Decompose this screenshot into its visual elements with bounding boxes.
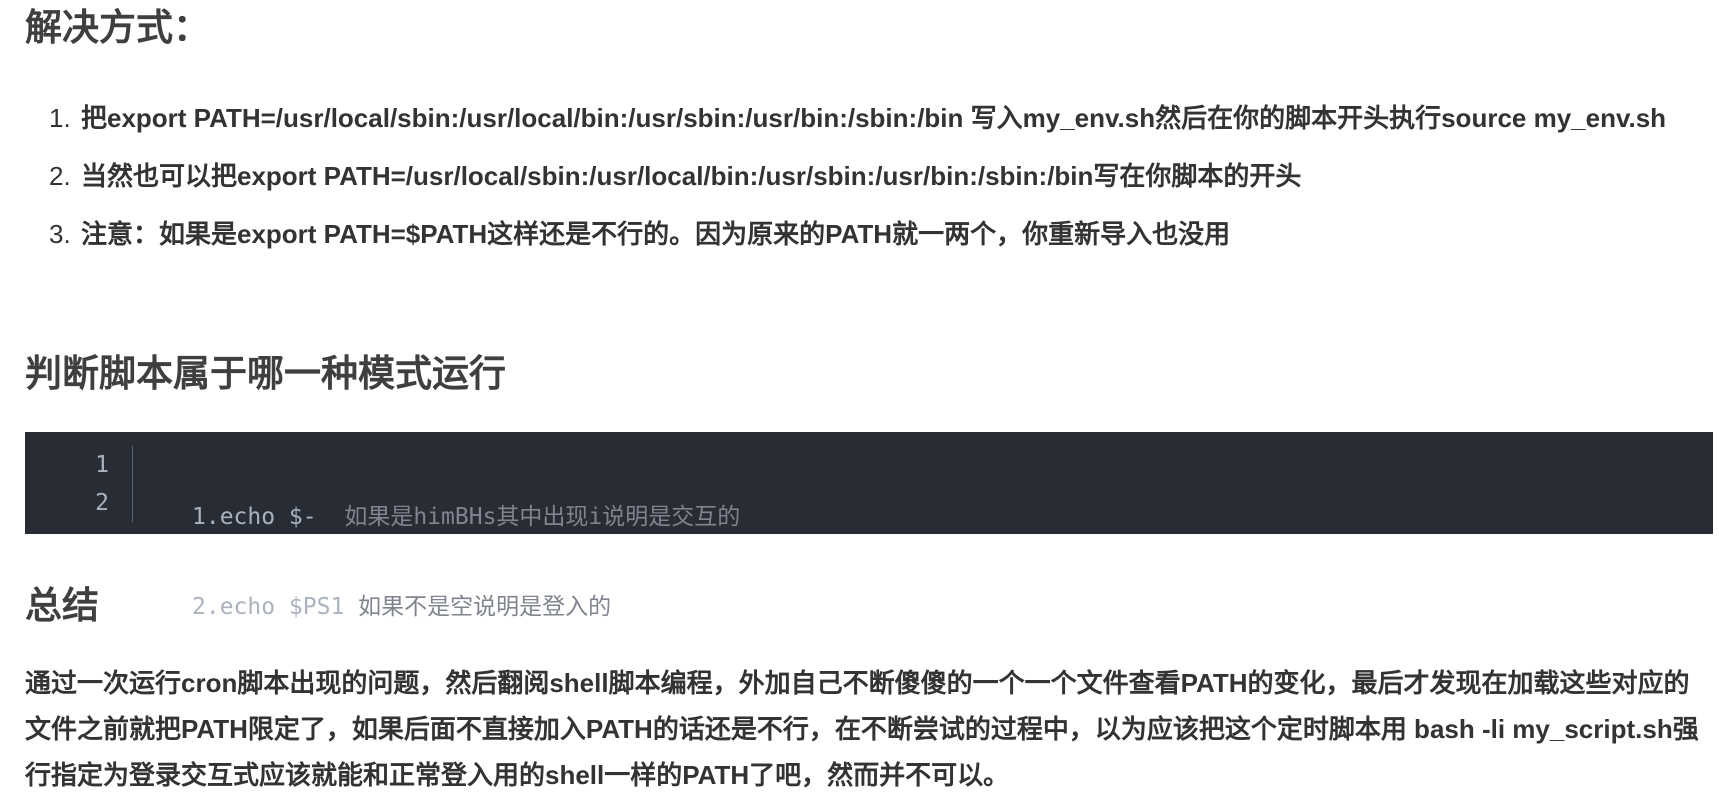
section-heading-summary: 总结 [25, 585, 99, 626]
list-item-number: 3. [49, 219, 71, 249]
list-item-text: 把export PATH=/usr/local/sbin:/usr/local/… [81, 103, 1667, 133]
code-line-number: 2 [95, 490, 109, 516]
list-item-text: 注意：如果是export PATH=$PATH这样还是不行的。因为原来的PATH… [81, 219, 1231, 249]
list-item-number: 2. [49, 161, 71, 191]
code-gutter-divider [132, 446, 133, 522]
list-item-text: 当然也可以把export PATH=/usr/local/sbin:/usr/l… [81, 161, 1302, 191]
code-line-numbers: 1 2 [25, 446, 109, 522]
section-heading-solution: 解决方式： [25, 7, 210, 48]
section-heading-mode-detection: 判断脚本属于哪一种模式运行 [25, 353, 506, 394]
solution-steps-list: 1. 把export PATH=/usr/local/sbin:/usr/loc… [25, 95, 1705, 269]
code-comment: 如果不是空说明是登入的 [358, 594, 612, 620]
code-command: 1.echo $- [192, 504, 345, 530]
code-command: 2.echo $PS1 [192, 594, 359, 620]
article-body: 解决方式： 1. 把export PATH=/usr/local/sbin:/u… [0, 0, 1719, 806]
code-comment: 如果是himBHs其中出现i说明是交互的 [344, 504, 741, 530]
code-line-number: 1 [95, 452, 109, 478]
list-item: 1. 把export PATH=/usr/local/sbin:/usr/loc… [25, 95, 1705, 141]
summary-paragraph: 通过一次运行cron脚本出现的问题，然后翻阅shell脚本编程，外加自己不断傻傻… [25, 668, 1699, 790]
code-block: 1 2 1.echo $- 如果是himBHs其中出现i说明是交互的 2.ech… [25, 432, 1713, 620]
list-item-number: 1. [49, 103, 71, 133]
code-line: 2.echo $PS1 如果不是空说明是登入的 [192, 588, 740, 626]
code-line: 1.echo $- 如果是himBHs其中出现i说明是交互的 [192, 498, 740, 536]
code-content: 1.echo $- 如果是himBHs其中出现i说明是交互的 2.echo $P… [192, 446, 740, 678]
list-item: 3. 注意：如果是export PATH=$PATH这样还是不行的。因为原来的P… [25, 211, 1705, 257]
list-item: 2. 当然也可以把export PATH=/usr/local/sbin:/us… [25, 153, 1705, 199]
